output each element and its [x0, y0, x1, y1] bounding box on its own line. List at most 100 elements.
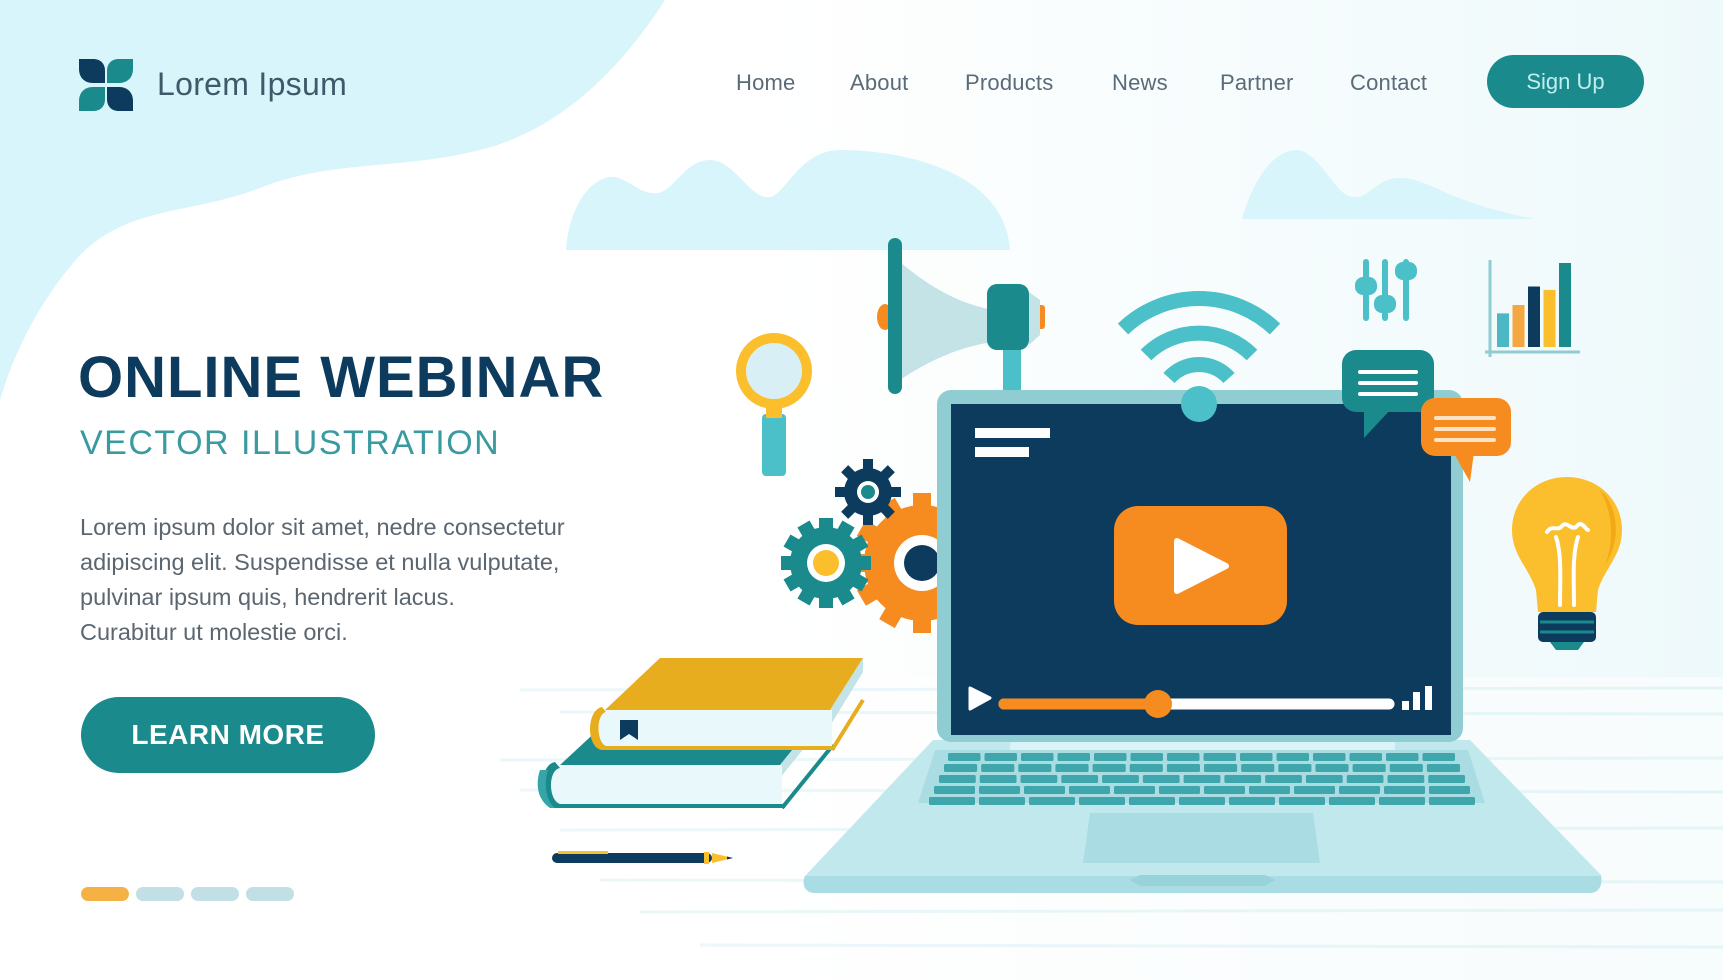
keyboard-key [944, 764, 978, 772]
megaphone-icon [877, 238, 1045, 405]
logo-icon[interactable] [79, 59, 133, 111]
slide-dot[interactable] [136, 887, 184, 901]
brand-name[interactable]: Lorem Ipsum [157, 66, 347, 103]
lightbulb-icon [1512, 477, 1622, 650]
keyboard-key [1061, 775, 1099, 783]
learn-more-button[interactable]: LEARN MORE [81, 697, 375, 773]
slide-dot[interactable] [246, 887, 294, 901]
magnifier-icon [736, 333, 812, 476]
mini-chart-bar [1528, 286, 1540, 347]
slider-pagination [81, 887, 294, 901]
pen-icon [552, 851, 733, 864]
nav-products[interactable]: Products [965, 70, 1053, 96]
keyboard-key [1352, 764, 1386, 772]
keyboard-key [1020, 775, 1058, 783]
equalizer-sliders-icon [1355, 259, 1417, 321]
nav-home[interactable]: Home [736, 70, 796, 96]
keyboard-key [1346, 775, 1384, 783]
keyboard-key [1422, 753, 1455, 761]
books-icon [537, 658, 865, 810]
keyboard-key [1029, 797, 1075, 805]
trackpad [1083, 813, 1320, 863]
keyboard-key [979, 786, 1020, 794]
keyboard-key [1279, 797, 1325, 805]
keyboard-key [1018, 764, 1052, 772]
keyboard-key [1389, 764, 1423, 772]
keyboard-key [1183, 775, 1221, 783]
hero-title: ONLINE WEBINAR [78, 345, 605, 410]
keyboard-key [1429, 786, 1470, 794]
keyboard-key [1130, 753, 1163, 761]
webcam-dot [1181, 386, 1217, 422]
nav-news[interactable]: News [1112, 70, 1168, 96]
keyboard-key [1167, 753, 1200, 761]
keyboard-key [1129, 764, 1163, 772]
keyboard-key [1384, 786, 1425, 794]
keyboard-key [1294, 786, 1335, 794]
nav-contact[interactable]: Contact [1350, 70, 1427, 96]
keyboard-key [1429, 797, 1475, 805]
keyboard-key [1313, 753, 1346, 761]
keyboard-key [1379, 797, 1425, 805]
keyboard-key [1224, 775, 1262, 783]
keyboard-key [1315, 764, 1349, 772]
keyboard-key [1057, 753, 1090, 761]
keyboard-key [1276, 753, 1309, 761]
keyboard-key [1159, 786, 1200, 794]
mini-chart-bar [1512, 305, 1525, 347]
keyboard-key [1024, 786, 1065, 794]
hero-description-line: Lorem ipsum dolor sit amet, nedre consec… [80, 514, 565, 540]
nav-about[interactable]: About [850, 70, 909, 96]
keyboard-key [1278, 764, 1312, 772]
hero-description: Lorem ipsum dolor sit amet, nedre consec… [80, 510, 660, 650]
bar-chart-icon [1485, 260, 1580, 357]
keyboard-key [934, 786, 975, 794]
keyboard-key [948, 753, 981, 761]
hero-description-line: adipiscing elit. Suspendisse et nulla vu… [80, 549, 560, 575]
keyboard-key [981, 764, 1015, 772]
keyboard-key [1204, 764, 1238, 772]
keyboard-key [1349, 753, 1382, 761]
keyboard-key [1426, 764, 1460, 772]
keyboard-key [1129, 797, 1175, 805]
wifi-icon [1117, 291, 1281, 384]
keyboard-key [1241, 764, 1275, 772]
keyboard-key [1203, 753, 1236, 761]
keyboard-key [1265, 775, 1302, 783]
keyboard-key [1240, 753, 1273, 761]
laptop-icon [803, 390, 1602, 893]
keyboard-key [1021, 753, 1054, 761]
keyboard-key [984, 753, 1017, 761]
mini-chart-bar [1543, 289, 1556, 347]
keyboard-key [1305, 775, 1343, 783]
webinar-illustration [537, 238, 1622, 893]
keyboard-key [1339, 786, 1380, 794]
hero-description-line: Curabitur ut molestie orci. [80, 619, 348, 645]
keyboard-key [1142, 775, 1180, 783]
keyboard-key [1386, 753, 1419, 761]
keyboard-key [1329, 797, 1375, 805]
slide-dot[interactable] [81, 887, 129, 901]
hero-description-line: pulvinar ipsum quis, hendrerit lacus. [80, 584, 455, 610]
keyboard-key [1387, 775, 1425, 783]
keyboard-key [929, 797, 975, 805]
keyboard-key [1094, 753, 1127, 761]
keyboard-key [1055, 764, 1089, 772]
keyboard-key [1249, 786, 1290, 794]
keyboard-key [939, 775, 976, 783]
keyboard-key [1102, 775, 1139, 783]
slide-dot[interactable] [191, 887, 239, 901]
keyboard-key [979, 775, 1017, 783]
nav-partner[interactable]: Partner [1220, 70, 1294, 96]
sign-up-button[interactable]: Sign Up [1487, 55, 1644, 108]
keyboard-key [1179, 797, 1225, 805]
mini-chart-bar [1559, 263, 1571, 347]
keyboard-key [1166, 764, 1200, 772]
keyboard-key [1204, 786, 1245, 794]
keyboard-key [1092, 764, 1126, 772]
mini-chart-bar [1497, 313, 1509, 347]
keyboard-key [1114, 786, 1155, 794]
keyboard-key [1069, 786, 1110, 794]
hero-subtitle: VECTOR ILLUSTRATION [80, 424, 501, 462]
video-play-button [1114, 506, 1287, 625]
